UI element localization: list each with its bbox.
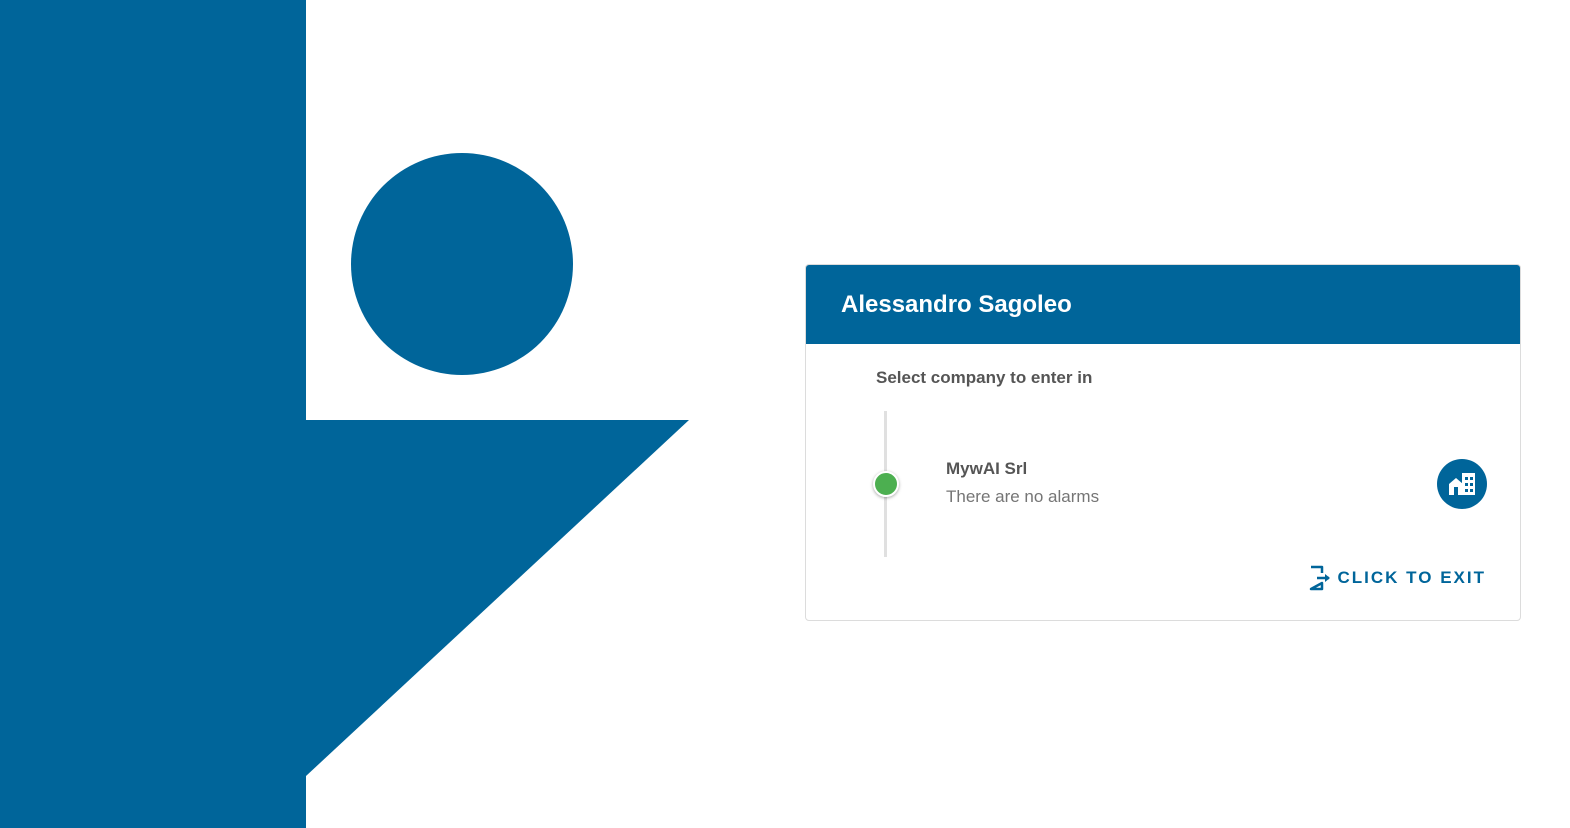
status-indicator-dot bbox=[873, 471, 899, 497]
company-status: There are no alarms bbox=[946, 487, 1100, 506]
company-list-item[interactable]: MywAI Srl There are no alarms bbox=[946, 459, 1506, 515]
card-header: Alessandro Sagoleo bbox=[806, 265, 1520, 344]
building-icon bbox=[1449, 473, 1475, 495]
select-company-label: Select company to enter in bbox=[876, 368, 1093, 387]
enter-company-button[interactable] bbox=[1437, 459, 1487, 509]
exit-button[interactable]: CLICK TO EXIT bbox=[1309, 565, 1486, 591]
user-name: Alessandro Sagoleo bbox=[841, 290, 1072, 318]
exit-icon bbox=[1309, 565, 1333, 591]
company-selection-page: Alessandro Sagoleo Select company to ent… bbox=[0, 0, 1570, 828]
company-name: MywAI Srl bbox=[946, 459, 1028, 478]
company-selection-card: Alessandro Sagoleo Select company to ent… bbox=[805, 264, 1521, 621]
exit-label: CLICK TO EXIT bbox=[1337, 568, 1486, 587]
brand-logo bbox=[0, 0, 689, 828]
